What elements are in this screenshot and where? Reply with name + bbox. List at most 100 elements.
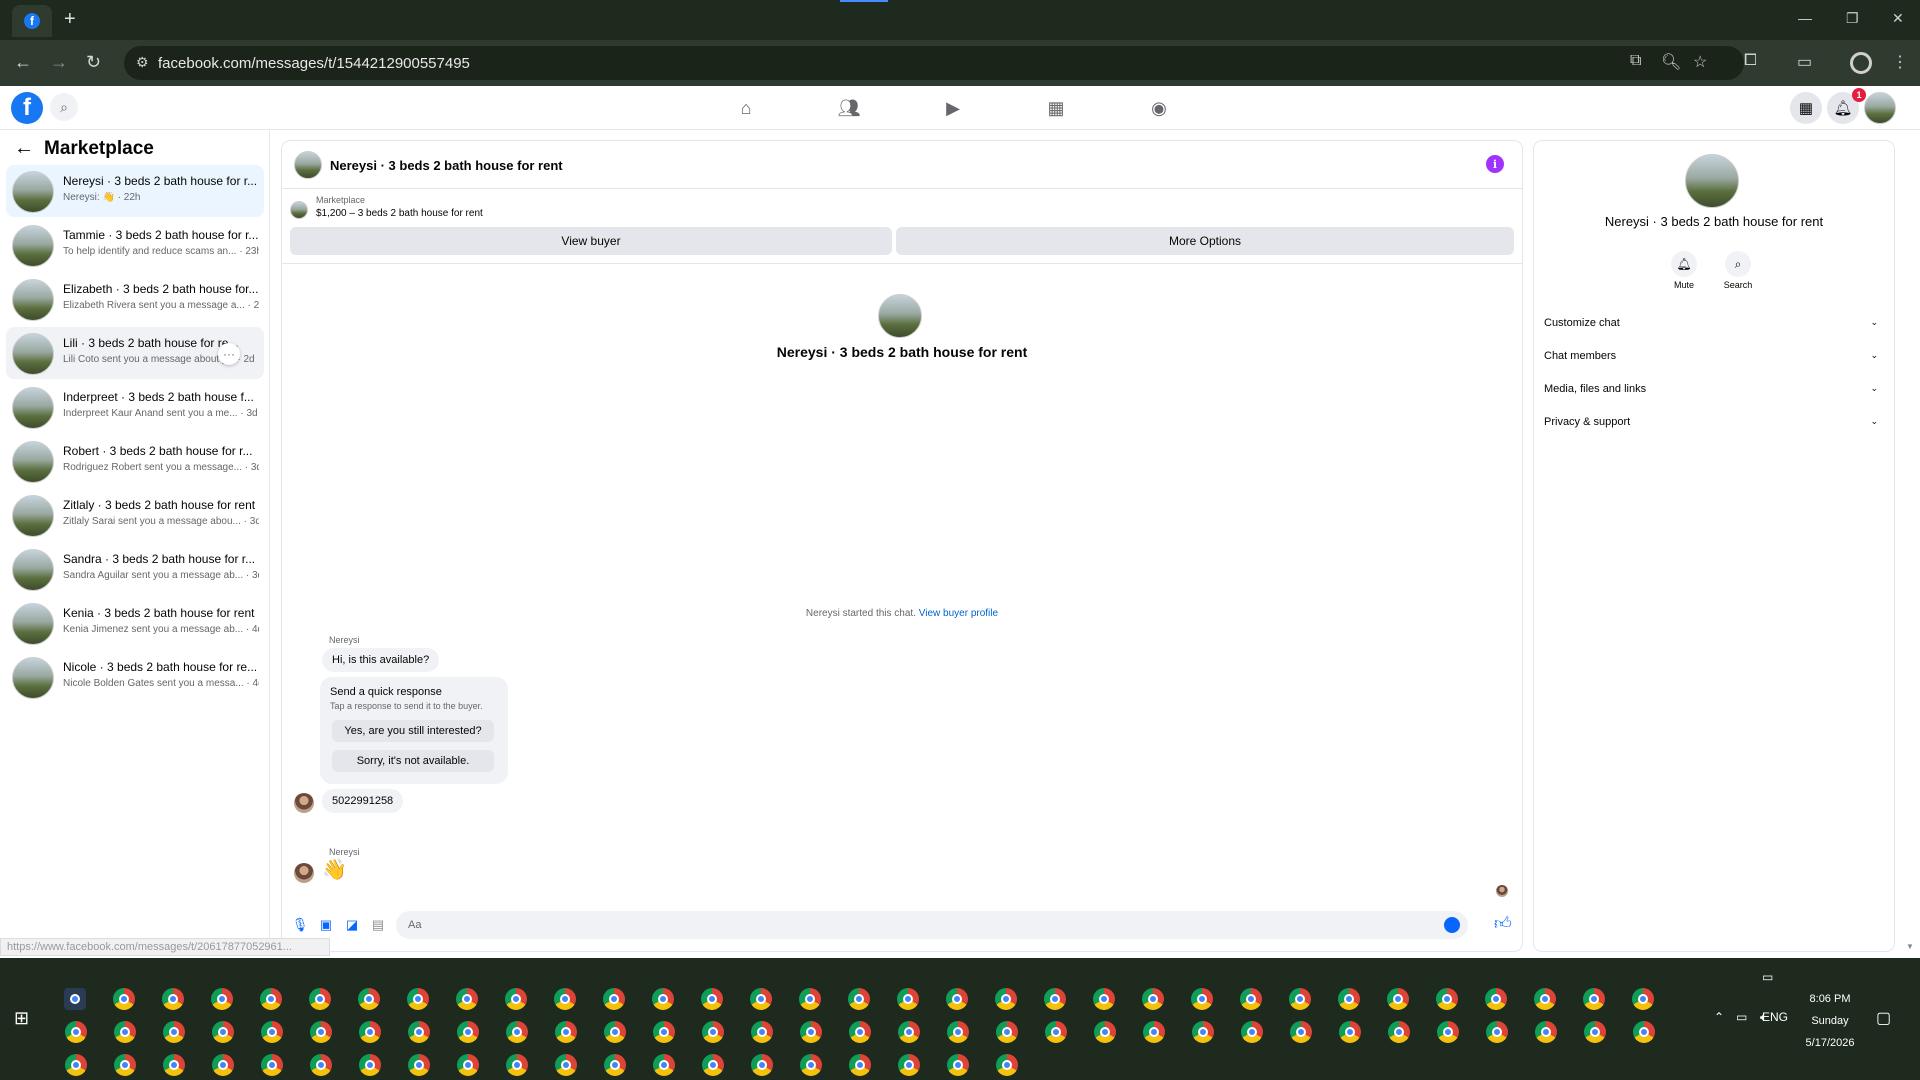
sender-avatar[interactable]	[294, 793, 314, 813]
taskbar-chrome-icon[interactable]	[849, 1021, 871, 1043]
minimize-icon[interactable]: —	[1798, 10, 1812, 26]
taskbar-chrome-icon[interactable]	[1633, 1021, 1655, 1043]
taskbar-chrome-icon[interactable]	[408, 1054, 430, 1076]
taskbar-chrome-icon[interactable]	[604, 1021, 626, 1043]
taskbar-chrome-icon[interactable]	[751, 1021, 773, 1043]
scroll-down-arrow-icon[interactable]: ▼	[1906, 942, 1914, 951]
privacy-support-row[interactable]: Privacy & support ⌄	[1544, 416, 1884, 438]
taskbar-chrome-icon[interactable]	[1094, 1021, 1116, 1043]
taskbar-chrome-icon[interactable]	[408, 1021, 430, 1043]
tray-chevron-icon[interactable]: ⌃	[1714, 1010, 1724, 1024]
taskbar-chrome-icon[interactable]	[1338, 988, 1360, 1010]
browser-menu-icon[interactable]: ⋮	[1892, 52, 1908, 72]
taskbar-chrome-icon[interactable]	[309, 988, 331, 1010]
taskbar-chrome-icon[interactable]	[505, 988, 527, 1010]
taskbar-chrome-icon[interactable]	[849, 1054, 871, 1076]
sticker-icon[interactable]: ◪	[342, 915, 362, 935]
taskbar-chrome-icon[interactable]	[652, 988, 674, 1010]
details-avatar[interactable]	[1685, 154, 1739, 208]
taskbar-chrome-icon[interactable]	[603, 988, 625, 1010]
taskbar-chrome-icon[interactable]	[750, 988, 772, 1010]
reload-icon[interactable]: ↻	[86, 52, 101, 73]
lang-indicator[interactable]: ENG	[1762, 1010, 1788, 1024]
conversation-item[interactable]: Kenia · 3 beds 2 bath house for rent Keni…	[6, 597, 264, 649]
taskbar-chrome-icon[interactable]	[1534, 988, 1556, 1010]
chat-members-row[interactable]: Chat members ⌄	[1544, 350, 1884, 372]
taskbar-chrome-icon[interactable]	[1192, 1021, 1214, 1043]
browser-profile-icon[interactable]	[1850, 52, 1872, 74]
taskbar-chrome-icon[interactable]	[1437, 1021, 1459, 1043]
taskbar-chrome-icon[interactable]	[1191, 988, 1213, 1010]
home-icon[interactable]: ⌂	[734, 96, 758, 120]
taskbar-chrome-icon[interactable]	[800, 1054, 822, 1076]
conversation-more-button[interactable]: ···	[218, 343, 240, 365]
conversation-item[interactable]: Lili · 3 beds 2 bath house for re... Lili…	[6, 327, 264, 379]
conversation-item[interactable]: Nicole · 3 beds 2 bath house for re... Ni…	[6, 651, 264, 703]
taskbar-chrome-icon[interactable]	[1387, 988, 1409, 1010]
taskbar-chrome-icon[interactable]	[996, 1054, 1018, 1076]
message-bubble[interactable]: 5022991258	[322, 789, 404, 813]
taskbar-chrome-icon[interactable]	[211, 988, 233, 1010]
taskbar-chrome-icon[interactable]	[261, 1021, 283, 1043]
taskbar-chrome-icon[interactable]	[1388, 1021, 1410, 1043]
watch-icon[interactable]: ▶	[941, 96, 965, 120]
taskbar-chrome-icon[interactable]	[359, 1054, 381, 1076]
message-input[interactable]: Aa	[396, 911, 1468, 939]
taskbar-chrome-icon[interactable]	[457, 1054, 479, 1076]
taskbar-chrome-icon[interactable]	[897, 988, 919, 1010]
back-arrow-icon[interactable]: ←	[14, 137, 34, 160]
zoom-icon[interactable]: 🔍︎	[1661, 52, 1681, 72]
taskbar-chrome-icon[interactable]	[310, 1021, 332, 1043]
photo-icon[interactable]: ▣	[316, 915, 336, 935]
taskbar-chrome-icon[interactable]	[898, 1021, 920, 1043]
taskbar-chrome-icon[interactable]	[800, 1021, 822, 1043]
search-chat-button[interactable]: ⌕ Search	[1718, 251, 1758, 290]
taskbar-chrome-icon[interactable]	[114, 1021, 136, 1043]
gif-icon[interactable]: ▤	[368, 915, 388, 935]
taskbar-chrome-icon[interactable]	[65, 1021, 87, 1043]
microphone-icon[interactable]: 🎙︎	[290, 915, 310, 935]
info-icon[interactable]: i	[1486, 155, 1504, 173]
conversation-item[interactable]: Tammie · 3 beds 2 bath house for r... To …	[6, 219, 264, 271]
display-icon[interactable]: ▭	[1762, 970, 1773, 984]
taskbar-chrome-icon[interactable]	[1339, 1021, 1361, 1043]
taskbar-chrome-icon[interactable]	[1240, 988, 1262, 1010]
new-tab-button[interactable]: +	[64, 8, 76, 31]
emoji-icon[interactable]	[1444, 917, 1460, 933]
taskbar-chrome-icon[interactable]	[653, 1054, 675, 1076]
taskbar-chrome-icon[interactable]	[1583, 988, 1605, 1010]
taskbar-chrome-icon[interactable]	[359, 1021, 381, 1043]
taskbar-chrome-icon[interactable]	[751, 1054, 773, 1076]
taskbar-chrome-icon[interactable]	[946, 988, 968, 1010]
taskbar-chrome-icon[interactable]	[1289, 988, 1311, 1010]
close-window-icon[interactable]: ✕	[1892, 10, 1904, 27]
taskbar-chrome-icon[interactable]	[555, 1054, 577, 1076]
mute-button[interactable]: 🔔︎ Mute	[1664, 251, 1704, 290]
customize-chat-row[interactable]: Customize chat ⌄	[1544, 317, 1884, 339]
taskbar-chrome-icon[interactable]	[163, 1021, 185, 1043]
taskbar-chrome-icon[interactable]	[848, 988, 870, 1010]
taskbar-chrome-icon[interactable]	[212, 1021, 234, 1043]
back-icon[interactable]: ←	[14, 52, 32, 73]
taskbar-chrome-icon[interactable]	[1632, 988, 1654, 1010]
marketplace-icon[interactable]: ▦	[1044, 96, 1068, 120]
taskbar-chrome-icon[interactable]	[554, 988, 576, 1010]
taskbar-chrome-icon[interactable]	[702, 1021, 724, 1043]
media-files-links-row[interactable]: Media, files and links ⌄	[1544, 383, 1884, 405]
taskbar-chrome-icon[interactable]	[702, 1054, 724, 1076]
taskbar-chrome-icon[interactable]	[113, 988, 135, 1010]
taskbar-chrome-icon[interactable]	[1143, 1021, 1165, 1043]
quick-response-yes-button[interactable]: Yes, are you still interested?	[332, 720, 494, 742]
browser-tab-facebook[interactable]: f	[12, 5, 52, 37]
chat-center-avatar[interactable]	[878, 294, 922, 338]
taskbar-chrome-icon[interactable]	[64, 988, 86, 1010]
taskbar-chrome-icon[interactable]	[701, 988, 723, 1010]
taskbar-chrome-icon[interactable]	[163, 1054, 185, 1076]
menu-grid-icon[interactable]: ▦	[1790, 92, 1822, 124]
sender-avatar[interactable]	[294, 863, 314, 883]
address-bar[interactable]: ⚙ facebook.com/messages/t/15442129005574…	[124, 46, 1744, 80]
taskbar-chrome-icon[interactable]	[407, 988, 429, 1010]
taskbar-chrome-icon[interactable]	[358, 988, 380, 1010]
chat-header-avatar[interactable]	[294, 151, 322, 179]
taskbar-chrome-icon[interactable]	[1044, 988, 1066, 1010]
